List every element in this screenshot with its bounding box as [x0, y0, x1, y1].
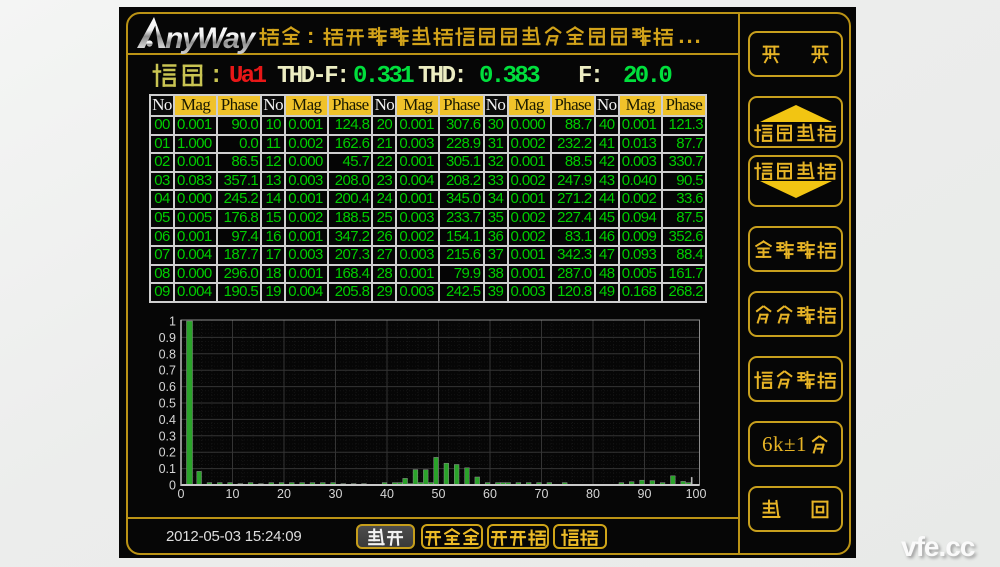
svg-text:0.7: 0.7 — [159, 364, 176, 378]
svg-text:80: 80 — [586, 487, 600, 501]
svg-text:0.5: 0.5 — [159, 397, 176, 411]
svg-text:100: 100 — [686, 487, 707, 501]
svg-text:0.9: 0.9 — [159, 331, 176, 345]
svg-text:30: 30 — [329, 487, 343, 501]
svg-text:0.6: 0.6 — [159, 380, 176, 394]
svg-text:50: 50 — [432, 487, 446, 501]
svg-text:1: 1 — [169, 315, 176, 329]
svg-text:0.8: 0.8 — [159, 347, 176, 361]
svg-text:0.4: 0.4 — [159, 413, 176, 427]
svg-text:0: 0 — [178, 487, 185, 501]
svg-text:nyWay: nyWay — [165, 22, 256, 54]
svg-text:0: 0 — [169, 479, 176, 493]
svg-text:40: 40 — [380, 487, 394, 501]
svg-text:10: 10 — [226, 487, 240, 501]
svg-text:90: 90 — [638, 487, 652, 501]
svg-text:60: 60 — [483, 487, 497, 501]
svg-text:0.3: 0.3 — [159, 429, 176, 443]
svg-text:0.2: 0.2 — [159, 446, 176, 460]
svg-text:70: 70 — [535, 487, 549, 501]
svg-text:20: 20 — [277, 487, 291, 501]
svg-text:0.1: 0.1 — [159, 462, 176, 476]
